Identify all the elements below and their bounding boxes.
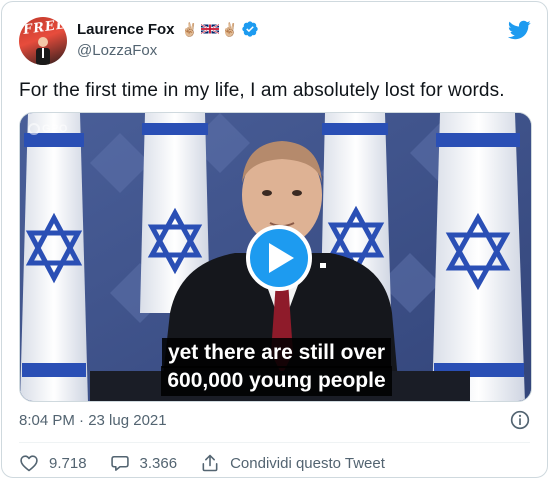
play-icon xyxy=(269,243,294,273)
tweet-text: For the first time in my life, I am abso… xyxy=(19,80,505,101)
like-button[interactable]: 9.718 xyxy=(19,453,87,473)
author-name-row[interactable]: Laurence Fox ✌🏼 ✌🏼 xyxy=(77,20,259,38)
share-label: Condividi questo Tweet xyxy=(230,454,385,472)
info-icon[interactable] xyxy=(510,410,530,430)
victory-hand-emoji: ✌🏼 xyxy=(221,21,238,37)
tweet-card: FREE Laurence Fox ✌🏼 ✌🏼 @LozzaFox For th… xyxy=(1,1,548,478)
reply-bubble-icon xyxy=(110,455,129,471)
display-name[interactable]: Laurence Fox xyxy=(77,21,175,38)
uk-flag-icon xyxy=(200,23,219,35)
avatar[interactable]: FREE xyxy=(19,17,67,65)
share-button[interactable]: Condividi questo Tweet xyxy=(200,453,385,473)
heart-icon xyxy=(20,455,38,472)
share-icon xyxy=(202,454,218,472)
avatar-person-icon xyxy=(36,37,50,65)
video-player[interactable]: GPO yet there are still over 600,000 you… xyxy=(19,112,532,402)
author-handle[interactable]: @LozzaFox xyxy=(77,42,157,59)
tweet-timestamp[interactable]: 8:04 PM · 23 lug 2021 xyxy=(19,412,167,429)
like-count: 9.718 xyxy=(49,454,87,472)
gpo-text: GPO xyxy=(42,123,68,135)
play-button[interactable] xyxy=(246,225,312,291)
reply-button[interactable]: 3.366 xyxy=(110,453,178,473)
divider xyxy=(19,442,530,443)
gpo-logo-icon xyxy=(28,123,40,135)
name-emojis: ✌🏼 ✌🏼 xyxy=(182,23,238,36)
twitter-bird-icon[interactable] xyxy=(507,18,531,42)
verified-badge-icon xyxy=(242,21,258,37)
gpo-watermark: GPO xyxy=(28,123,68,135)
victory-hand-emoji: ✌🏼 xyxy=(181,21,198,37)
reply-count: 3.366 xyxy=(139,454,178,472)
tweet-actions: 9.718 3.366 Condividi questo Tweet xyxy=(19,452,408,474)
